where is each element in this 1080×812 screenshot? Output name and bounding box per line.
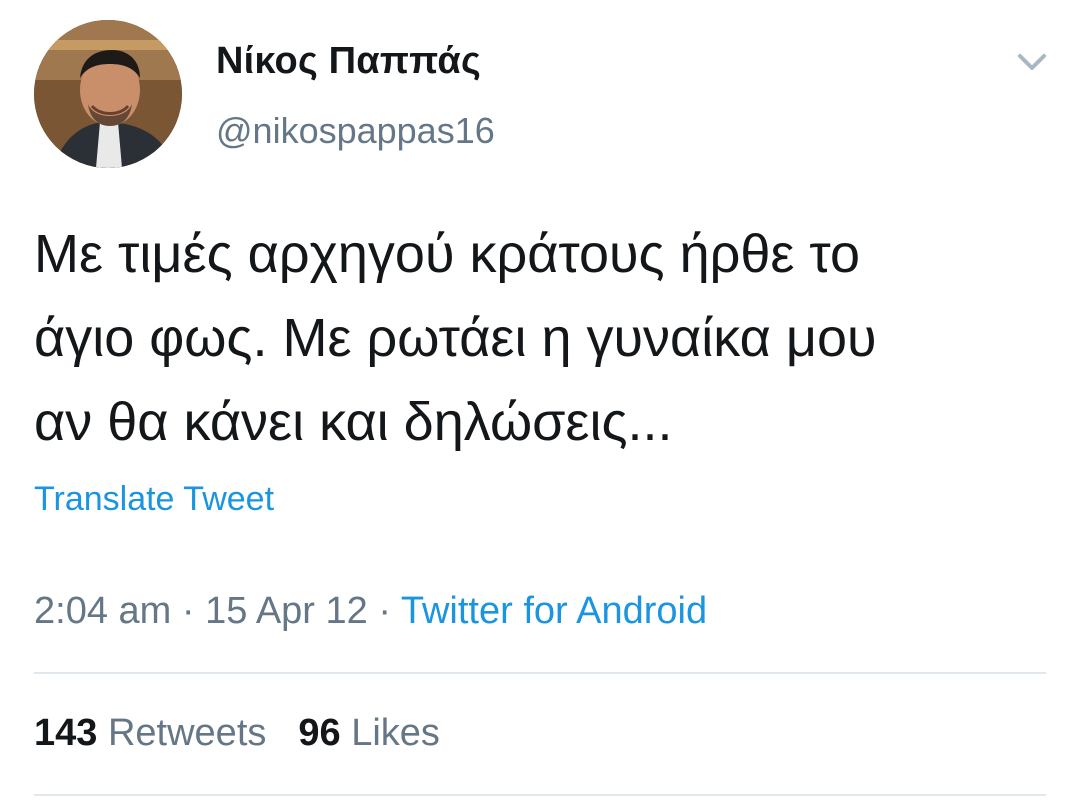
likes-label: Likes — [351, 712, 440, 754]
meta-separator: · — [171, 590, 206, 632]
retweets-stat[interactable]: 143 Retweets — [34, 712, 266, 754]
tweet-text: Με τιμές αρχηγού κράτους ήρθε το άγιο φω… — [34, 224, 877, 452]
author-username[interactable]: @nikospappas16 — [216, 110, 495, 152]
tweet-metadata: 2:04 am · 15 Apr 12 · Twitter for Androi… — [34, 590, 707, 633]
avatar[interactable] — [34, 20, 182, 168]
retweets-count: 143 — [34, 712, 98, 754]
divider — [34, 794, 1046, 796]
author-display-name[interactable]: Νίκος Παππάς — [216, 40, 481, 83]
tweet-detail: Νίκος Παππάς @nikospappas16 Με τιμές αρχ… — [0, 0, 1080, 812]
tweet-source-link[interactable]: Twitter for Android — [401, 590, 707, 632]
chevron-down-icon[interactable] — [1010, 44, 1054, 80]
retweets-label: Retweets — [107, 712, 267, 754]
divider — [34, 672, 1046, 674]
tweet-time: 2:04 am — [34, 590, 172, 632]
likes-stat[interactable]: 96 Likes — [298, 712, 440, 754]
profile-photo-icon — [34, 20, 182, 168]
translate-tweet-link[interactable]: Translate Tweet — [34, 480, 274, 519]
tweet-date: 15 Apr 12 — [205, 590, 368, 632]
meta-separator: · — [367, 590, 401, 632]
tweet-stats: 143 Retweets 96 Likes — [34, 712, 440, 755]
likes-count: 96 — [298, 712, 341, 754]
